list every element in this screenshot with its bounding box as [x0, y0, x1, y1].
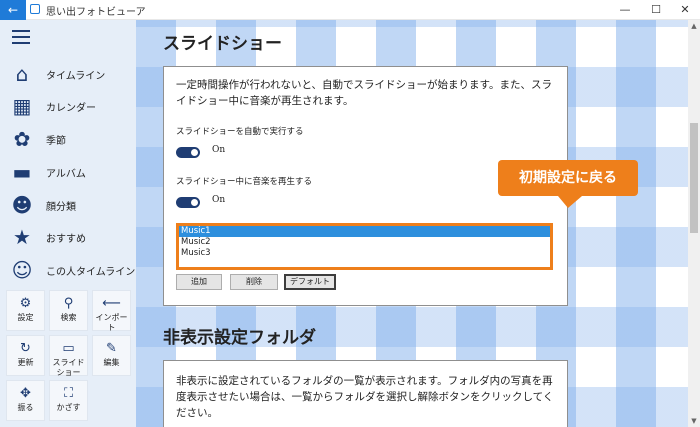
- tile-label: 更新: [17, 358, 34, 367]
- callout-annotation: 初期設定に戻る: [498, 160, 638, 208]
- hidden-folders-description: 非表示に設定されているフォルダの一覧が表示されます。フォルダ内の写真を再度表示さ…: [176, 375, 554, 419]
- sidebar-item-calendar[interactable]: ▦ カレンダー: [0, 90, 136, 122]
- sidebar-item-label: 顔分類: [46, 202, 76, 213]
- tile-shake[interactable]: ✥ 振る: [6, 380, 45, 421]
- scroll-down-icon[interactable]: ▼: [688, 415, 700, 427]
- sidebar-item-label: アルバム: [46, 169, 86, 180]
- tile-slideshow[interactable]: ▭ スライドショー: [49, 335, 88, 377]
- close-button[interactable]: ✕: [670, 0, 700, 20]
- sidebar-item-label: おすすめ: [46, 234, 86, 245]
- add-button[interactable]: 追加: [176, 274, 222, 290]
- sidebar-item-label: タイムライン: [46, 71, 106, 82]
- sidebar-item-album[interactable]: ▬ アルバム: [0, 156, 136, 188]
- tile-label: スライドショー: [52, 358, 85, 377]
- maximize-button[interactable]: ☐: [641, 0, 671, 20]
- frame-icon: ⛶: [63, 386, 74, 401]
- refresh-icon: ↻: [20, 341, 31, 356]
- minimize-icon: —: [619, 3, 631, 16]
- music-toggle-state: On: [212, 195, 226, 205]
- sidebar-item-faces[interactable]: ☻ 顔分類: [0, 189, 136, 221]
- music-toggle[interactable]: [176, 197, 200, 208]
- vertical-scrollbar[interactable]: ▲ ▼: [688, 20, 700, 427]
- folder-icon: ▬: [12, 160, 32, 184]
- tile-hold-over[interactable]: ⛶ かざす: [49, 380, 88, 421]
- default-button[interactable]: デフォルト: [284, 274, 336, 290]
- sidebar-item-label: 季節: [46, 136, 66, 147]
- list-item[interactable]: Music1: [179, 226, 550, 237]
- slideshow-section-title: スライドショー: [163, 34, 282, 54]
- tile-label: 編集: [103, 358, 120, 367]
- home-icon: ⌂: [15, 62, 29, 86]
- music-list[interactable]: Music1 Music2 Music3: [176, 223, 553, 270]
- tile-label: 振る: [17, 403, 34, 412]
- tile-import[interactable]: ⟵ インポート: [92, 290, 131, 332]
- list-item[interactable]: Music3: [179, 248, 550, 259]
- sidebar-item-seasons[interactable]: ✿ 季節: [0, 123, 136, 155]
- auto-slideshow-toggle[interactable]: [176, 147, 200, 158]
- maximize-icon: ☐: [651, 3, 661, 16]
- import-icon: ⟵: [102, 296, 121, 311]
- star-icon: ★: [13, 225, 31, 249]
- main-content: スライドショー 一定時間操作が行われないと、自動でスライドショーが始まります。ま…: [136, 20, 688, 427]
- slideshow-icon: ▭: [62, 341, 75, 356]
- sidebar-item-label: カレンダー: [46, 103, 96, 114]
- app-icon: [30, 4, 40, 14]
- tile-label: かざす: [56, 403, 81, 412]
- slideshow-description: 一定時間操作が行われないと、自動でスライドショーが始まります。また、スライドショ…: [176, 79, 553, 107]
- tile-refresh[interactable]: ↻ 更新: [6, 335, 45, 376]
- music-toggle-label: スライドショー中に音楽を再生する: [176, 177, 313, 187]
- window-title: 思い出フォトビューア: [46, 7, 146, 18]
- calendar-icon: ▦: [12, 94, 32, 118]
- title-bar: ← 思い出フォトビューア — ☐ ✕: [0, 0, 700, 20]
- back-arrow-icon: ←: [7, 3, 19, 17]
- tile-search[interactable]: ⚲ 検索: [49, 290, 88, 331]
- sidebar-item-person-timeline[interactable]: ☺ この人タイムライン: [0, 254, 136, 286]
- close-icon: ✕: [680, 3, 690, 16]
- sidebar-item-label: この人タイムライン: [46, 267, 136, 278]
- tile-label: 設定: [17, 313, 34, 322]
- search-icon: ⚲: [63, 296, 74, 311]
- list-item[interactable]: Music2: [179, 237, 550, 248]
- gear-icon: ⚙: [19, 296, 32, 311]
- sidebar-item-recommended[interactable]: ★ おすすめ: [0, 221, 136, 253]
- hidden-folders-section-title: 非表示設定フォルダ: [163, 328, 316, 348]
- tile-label: インポート: [95, 313, 128, 332]
- tile-edit[interactable]: ✎ 編集: [92, 335, 131, 376]
- auto-slideshow-state: On: [212, 145, 226, 155]
- minimize-button[interactable]: —: [610, 0, 640, 20]
- shake-icon: ✥: [20, 386, 31, 401]
- back-button[interactable]: ←: [0, 0, 26, 20]
- seasons-icon: ✿: [13, 127, 31, 151]
- brush-icon: ✎: [106, 341, 117, 356]
- faces-icon: ☻: [11, 193, 33, 217]
- tile-settings[interactable]: ⚙ 設定: [6, 290, 45, 331]
- scroll-up-icon[interactable]: ▲: [688, 20, 700, 32]
- auto-slideshow-label: スライドショーを自動で実行する: [176, 127, 304, 137]
- sidebar: ⌂ タイムライン ▦ カレンダー ✿ 季節 ▬ アルバム ☻ 顔分類 ★ おすす…: [0, 20, 136, 427]
- delete-button[interactable]: 削除: [230, 274, 278, 290]
- hamburger-menu-icon[interactable]: [12, 30, 30, 44]
- person-timeline-icon: ☺: [11, 258, 33, 282]
- scrollbar-thumb[interactable]: [690, 123, 698, 233]
- sidebar-item-timeline[interactable]: ⌂ タイムライン: [0, 58, 136, 90]
- tile-label: 検索: [60, 313, 77, 322]
- hidden-folders-panel: 非表示に設定されているフォルダの一覧が表示されます。フォルダ内の写真を再度表示さ…: [163, 360, 568, 427]
